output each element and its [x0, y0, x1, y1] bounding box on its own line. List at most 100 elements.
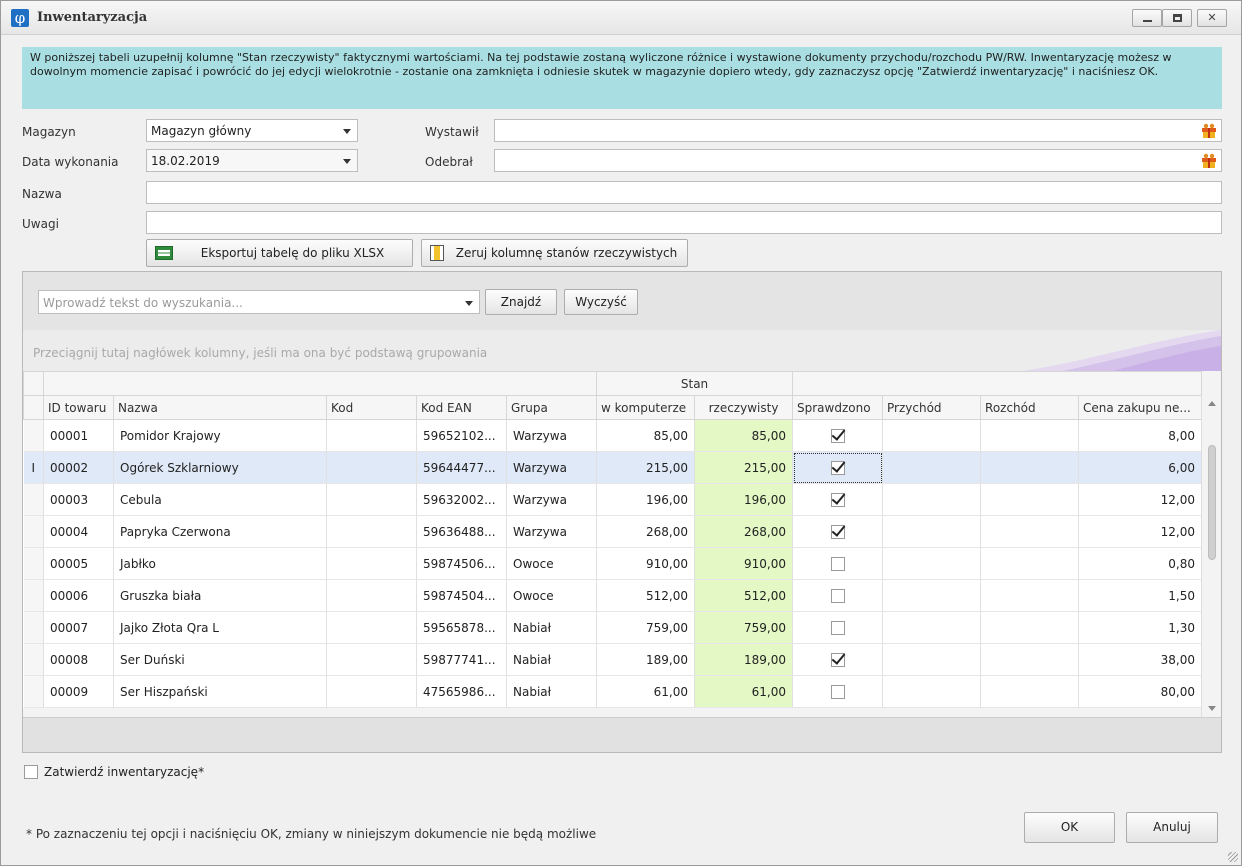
wystawil-field[interactable] — [494, 119, 1222, 142]
odebral-field[interactable] — [494, 149, 1222, 172]
cell-sprawdzono[interactable] — [792, 419, 884, 452]
table-row[interactable]: 00008 Ser Duński 59877741... Nabiał 189,00 18… — [23, 643, 1203, 676]
minimize-button[interactable] — [1132, 9, 1162, 27]
checked-checkbox[interactable] — [830, 588, 845, 603]
cell-sprawdzono[interactable] — [792, 611, 884, 644]
table-row[interactable]: 00001 Pomidor Krajowy 59652102... Warzywa 85… — [23, 419, 1203, 452]
checked-checkbox[interactable] — [830, 492, 845, 507]
scroll-thumb[interactable] — [1208, 445, 1216, 560]
checked-checkbox[interactable] — [830, 556, 845, 571]
table-row[interactable]: 00004 Papryka Czerwona 59636488... Warzywa 2… — [23, 515, 1203, 548]
cell-rozchod — [980, 547, 1080, 580]
cell-sprawdzono[interactable] — [792, 547, 884, 580]
ok-button[interactable]: OK — [1024, 812, 1115, 843]
cell-sprawdzono[interactable] — [792, 483, 884, 516]
search-input[interactable]: Wprowadź tekst do wyszukania... — [38, 290, 480, 314]
find-button[interactable]: Znajdź — [485, 289, 557, 315]
col-header-nazwa[interactable]: Nazwa — [113, 395, 327, 420]
row-indicator[interactable] — [23, 643, 44, 676]
cell-ean: 59565878... — [416, 611, 507, 644]
cell-sprawdzono[interactable] — [792, 579, 884, 612]
cell-rzeczywisty[interactable]: 268,00 — [694, 515, 794, 548]
confirm-inventory-label[interactable]: Zatwierdź inwentaryzację* — [44, 765, 204, 779]
cell-sprawdzono[interactable] — [792, 515, 884, 548]
group-by-panel[interactable]: Przeciągnij tutaj nagłówek kolumny, jeśl… — [23, 330, 1221, 371]
row-indicator[interactable]: I — [23, 451, 44, 484]
chevron-down-icon[interactable] — [465, 301, 473, 306]
gift-icon[interactable] — [1201, 123, 1217, 139]
cell-rozchod — [980, 579, 1080, 612]
cell-cena: 6,00 — [1078, 451, 1203, 484]
reset-real-stock-button[interactable]: Zeruj kolumnę stanów rzeczywistych — [421, 239, 688, 267]
cell-przychod — [882, 483, 982, 516]
table-row[interactable]: 00005 Jabłko 59874506... Owoce 910,00 910,00 0… — [23, 547, 1203, 580]
uwagi-field[interactable] — [146, 211, 1222, 234]
resize-grip[interactable] — [1228, 852, 1238, 862]
odebral-label: Odebrał — [425, 155, 473, 169]
cell-rzeczywisty[interactable]: 512,00 — [694, 579, 794, 612]
magazyn-select[interactable]: Magazyn główny — [146, 119, 358, 142]
data-wykonania-picker[interactable]: 18.02.2019 — [146, 149, 358, 172]
table-row[interactable]: I 00002 Ogórek Szklarniowy 59644477... Warzy… — [23, 451, 1203, 484]
col-header-przychod[interactable]: Przychód — [882, 395, 982, 420]
search-placeholder: Wprowadź tekst do wyszukania... — [43, 296, 243, 310]
col-header-rzeczywisty[interactable]: rzeczywisty — [694, 395, 794, 420]
chevron-down-icon[interactable] — [343, 159, 351, 164]
chevron-down-icon[interactable] — [343, 129, 351, 134]
column-icon — [430, 245, 444, 261]
cell-nazwa: Ser Hiszpański — [113, 675, 327, 708]
cell-rzeczywisty[interactable]: 61,00 — [694, 675, 794, 708]
clear-button[interactable]: Wyczyść — [564, 289, 638, 315]
row-indicator[interactable] — [23, 515, 44, 548]
data-wykonania-value: 18.02.2019 — [151, 154, 220, 168]
title-bar[interactable]: φ Inwentaryzacja ✕ — [1, 1, 1241, 35]
vertical-scrollbar[interactable] — [1201, 395, 1221, 717]
row-indicator[interactable] — [23, 547, 44, 580]
col-header-cena[interactable]: Cena zakupu ne... — [1078, 395, 1203, 420]
cell-sprawdzono[interactable] — [792, 675, 884, 708]
cell-rzeczywisty[interactable]: 85,00 — [694, 419, 794, 452]
checked-checkbox[interactable] — [830, 620, 845, 635]
row-indicator[interactable] — [23, 579, 44, 612]
cell-rzeczywisty[interactable]: 189,00 — [694, 643, 794, 676]
table-row[interactable]: 00009 Ser Hiszpański 47565986... Nabiał 61,0… — [23, 675, 1203, 708]
cell-sprawdzono[interactable] — [792, 451, 884, 484]
checked-checkbox[interactable] — [830, 524, 845, 539]
close-button[interactable]: ✕ — [1197, 9, 1227, 27]
cell-rzeczywisty[interactable]: 196,00 — [694, 483, 794, 516]
cell-rzeczywisty[interactable]: 910,00 — [694, 547, 794, 580]
cancel-button[interactable]: Anuluj — [1126, 812, 1218, 843]
col-header-kod[interactable]: Kod — [326, 395, 417, 420]
checked-checkbox[interactable] — [830, 460, 845, 475]
uwagi-label: Uwagi — [22, 217, 59, 231]
checked-checkbox[interactable] — [830, 428, 845, 443]
export-xlsx-button[interactable]: Eksportuj tabelę do pliku XLSX — [146, 239, 413, 267]
confirm-inventory-checkbox[interactable] — [24, 765, 38, 779]
col-header-rozchod[interactable]: Rozchód — [980, 395, 1080, 420]
col-header-komputer[interactable]: w komputerze — [596, 395, 696, 420]
table-row[interactable]: 00003 Cebula 59632002... Warzywa 196,00 196,0… — [23, 483, 1203, 516]
col-header-sprawdzono[interactable]: Sprawdzono — [792, 395, 884, 420]
checked-checkbox[interactable] — [830, 652, 845, 667]
scroll-down-icon[interactable] — [1208, 706, 1216, 711]
table-row[interactable]: 00007 Jajko Złota Qra L 59565878... Nabiał 7… — [23, 611, 1203, 644]
cell-rzeczywisty[interactable]: 215,00 — [694, 451, 794, 484]
col-header-id[interactable]: ID towaru — [43, 395, 114, 420]
col-header-ean[interactable]: Kod EAN — [416, 395, 507, 420]
band-spacer — [792, 371, 1203, 396]
nazwa-field[interactable] — [146, 181, 1222, 204]
checked-checkbox[interactable] — [830, 684, 845, 699]
col-header-grupa[interactable]: Grupa — [505, 395, 598, 420]
cell-sprawdzono[interactable] — [792, 643, 884, 676]
row-indicator[interactable] — [23, 675, 44, 708]
gift-icon[interactable] — [1201, 153, 1217, 169]
row-indicator[interactable] — [23, 483, 44, 516]
cell-rzeczywisty[interactable]: 759,00 — [694, 611, 794, 644]
maximize-button[interactable] — [1162, 9, 1192, 27]
cell-ean: 59652102... — [416, 419, 507, 452]
scroll-up-icon[interactable] — [1208, 401, 1216, 406]
row-indicator[interactable] — [23, 419, 44, 452]
data-wykonania-label: Data wykonania — [22, 155, 119, 169]
row-indicator[interactable] — [23, 611, 44, 644]
table-row[interactable]: 00006 Gruszka biała 59874504... Owoce 512,00… — [23, 579, 1203, 612]
